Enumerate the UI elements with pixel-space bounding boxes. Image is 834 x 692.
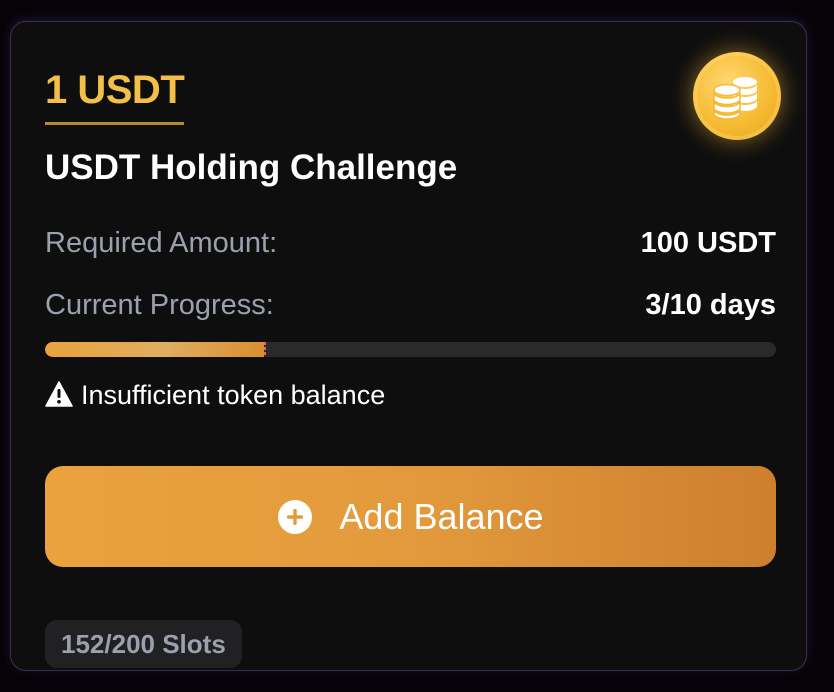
current-progress-label: Current Progress: [45, 289, 274, 321]
add-balance-label: Add Balance [339, 495, 544, 537]
progress-bar-fill [45, 342, 265, 357]
slots-badge: 152/200 Slots [45, 620, 242, 668]
progress-bar [45, 342, 776, 357]
required-amount-value: 100 USDT [640, 227, 776, 259]
add-balance-button[interactable]: Add Balance [45, 466, 776, 567]
reward-amount: 1 USDT [45, 68, 185, 125]
plus-circle-icon [278, 499, 313, 534]
current-progress-value: 3/10 days [645, 289, 776, 321]
progress-bar-marker [264, 342, 267, 357]
warning-icon [45, 381, 73, 407]
required-amount-label: Required Amount: [45, 227, 278, 259]
coins-icon [693, 52, 781, 140]
challenge-title: USDT Holding Challenge [45, 148, 458, 187]
challenge-card: 1 USDT USDT Holding Challenge Required A… [10, 21, 807, 671]
balance-warning: Insufficient token balance [45, 377, 385, 413]
balance-warning-text: Insufficient token balance [81, 380, 386, 410]
